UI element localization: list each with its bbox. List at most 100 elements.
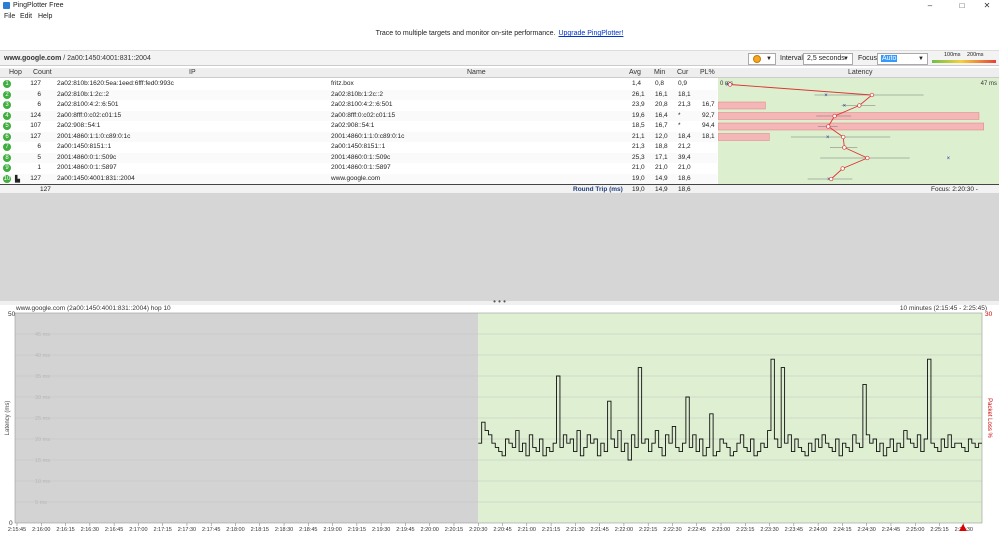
col-min[interactable]: Min xyxy=(654,69,665,76)
x-tick-label: 2:21:15 xyxy=(542,527,560,533)
maximize-button[interactable]: □ xyxy=(950,0,974,12)
packet-loss-bar xyxy=(718,101,766,110)
menu-help[interactable]: Help xyxy=(38,13,52,20)
hop-row[interactable]: 5 107 2a02:908::54:1 2a02:908::54:1 18,5 16,7… xyxy=(0,121,717,132)
x-tick-label: 2:22:00 xyxy=(615,527,633,533)
graph-range-selector[interactable]: 10 minutes (2:15:45 - 2:25:45) xyxy=(900,305,987,312)
hop-name: www.google.com xyxy=(331,174,381,182)
col-latency[interactable]: Latency xyxy=(848,69,873,76)
hop-ip: 2a00:1450:8151::1 xyxy=(57,143,112,150)
hop-min: 16,1 xyxy=(655,90,668,98)
hop-row[interactable]: 9 1 2001:4860:0:1::5897 2001:4860:0:1::5897… xyxy=(0,163,717,174)
hop-status-icon: 2 xyxy=(3,90,11,99)
hop-packet-loss: 18,1 xyxy=(702,132,715,140)
hop-cur: 21,3 xyxy=(678,101,691,108)
y-max-label: 50 xyxy=(8,311,16,318)
avg-latency-point xyxy=(840,166,845,171)
hop-cur: 21,2 xyxy=(678,143,691,150)
hop-avg: 21,0 xyxy=(632,164,645,171)
avg-latency-point xyxy=(826,124,831,129)
interval-select[interactable]: 2,5 seconds ▼ xyxy=(803,53,853,65)
hop-name: fritz.box xyxy=(331,80,354,87)
hop-status-icon: 4 xyxy=(3,111,11,120)
col-hop[interactable]: Hop xyxy=(9,69,22,76)
x-tick-label: 2:17:15 xyxy=(153,527,171,533)
hop-min: 16,4 xyxy=(655,111,668,119)
upgrade-link[interactable]: Upgrade PingPlotter! xyxy=(558,30,623,37)
hop-row[interactable]: 7 6 2a00:1450:8151::1 2a00:1450:8151::1 21,3… xyxy=(0,142,717,153)
x-tick-label: 2:21:00 xyxy=(518,527,536,533)
gridline-label: 40 ms xyxy=(35,353,50,359)
chevron-down-icon: ▼ xyxy=(766,56,772,62)
hop-ip: 2a02:8100:4:2::6:501 xyxy=(57,101,119,108)
focus-select[interactable]: Auto ▼ xyxy=(877,53,928,65)
graph-toggle-icon[interactable]: ▙ xyxy=(15,175,20,183)
hop-ip: 2a02:810b:1620:5ea:1eed:6fff:fed0:993c xyxy=(57,80,174,87)
hop-cur: 21,0 xyxy=(678,164,691,171)
hop-min: 14,9 xyxy=(655,174,668,182)
hop-name: 2a00:1450:8151::1 xyxy=(331,143,386,150)
hop-row[interactable]: 8 5 2001:4860:0:1::509c 2001:4860:0:1::509c… xyxy=(0,152,717,163)
title-bar: PingPlotter Free – □ ✕ xyxy=(0,0,999,12)
summary-avg: 19,0 xyxy=(632,186,645,193)
alert-button[interactable]: ▼ xyxy=(748,53,776,65)
x-tick-label: 2:17:00 xyxy=(129,527,147,533)
menu-edit[interactable]: Edit xyxy=(20,13,32,20)
x-tick-label: 2:21:30 xyxy=(566,527,584,533)
minimize-button[interactable]: – xyxy=(918,0,942,12)
hop-row[interactable]: 10 ▙ 127 2a00:1450:4001:831::2004 www.google… xyxy=(0,173,717,184)
x-tick-label: 2:24:15 xyxy=(833,527,851,533)
current-latency-marker: × xyxy=(826,135,830,141)
x-tick-label: 2:21:45 xyxy=(590,527,608,533)
hop-count: 127 xyxy=(30,174,42,182)
col-avg[interactable]: Avg xyxy=(629,69,641,76)
x-tick-label: 2:20:30 xyxy=(469,527,487,533)
col-cur[interactable]: Cur xyxy=(677,69,688,76)
summary-count: 127 xyxy=(40,186,51,193)
hop-cur: 18,6 xyxy=(678,174,691,182)
x-tick-label: 2:24:45 xyxy=(882,527,900,533)
x-tick-label: 2:19:15 xyxy=(348,527,366,533)
summary-label: Round Trip (ms) xyxy=(573,186,623,193)
hop-ip: 2a00:1450:4001:831::2004 xyxy=(57,174,135,182)
hop-row[interactable]: 2 6 2a02:810b:1:2c::2 2a02:810b:1:2c::2 26,1… xyxy=(0,89,717,100)
hop-status-icon: 9 xyxy=(3,164,11,172)
target-label: www.google.com / 2a00:1450:4001:831::200… xyxy=(4,55,151,62)
promo-banner: Trace to multiple targets and monitor on… xyxy=(0,30,999,37)
menu-file[interactable]: File xyxy=(4,13,15,20)
trace-grid-header: Hop Count IP Name Avg Min Cur PL% Latenc… xyxy=(0,68,999,78)
hop-ip: 2001:4860:0:1::509c xyxy=(57,153,117,161)
close-button[interactable]: ✕ xyxy=(975,0,999,12)
col-count[interactable]: Count xyxy=(33,69,52,76)
hop-row[interactable]: 4 124 2a00:8fff:0:c02:c01:15 2a00:8fff:0:c0… xyxy=(0,110,717,121)
col-pl[interactable]: PL% xyxy=(700,69,715,76)
hop-name: 2a02:8100:4:2::6:501 xyxy=(331,101,393,108)
focus-value: Auto xyxy=(881,55,898,62)
hop-name: 2a02:908::54:1 xyxy=(331,122,375,129)
gridline-label: 5 ms xyxy=(35,500,47,506)
x-tick-label: 2:20:45 xyxy=(493,527,511,533)
packet-loss-bar xyxy=(718,122,985,131)
col-ip[interactable]: IP xyxy=(189,69,196,76)
x-tick-label: 2:23:45 xyxy=(785,527,803,533)
hop-row[interactable]: 6 127 2001:4860:1:1:0:c89:0:1c 2001:4860:1:… xyxy=(0,131,717,142)
hop-count: 6 xyxy=(37,101,42,108)
graph-title: www.google.com (2a00:1450:4001:831::2004… xyxy=(16,305,171,312)
hop-count: 127 xyxy=(30,80,42,87)
hop-avg: 23,9 xyxy=(632,101,645,108)
y2-axis-label: Packet Loss % xyxy=(986,398,992,438)
x-tick-label: 2:18:00 xyxy=(226,527,244,533)
hop-status-icon: 1 xyxy=(3,80,11,88)
x-tick-label: 2:24:00 xyxy=(809,527,827,533)
x-tick-label: 2:16:45 xyxy=(105,527,123,533)
hop-cur: 18,1 xyxy=(678,90,691,98)
col-name[interactable]: Name xyxy=(467,69,486,76)
hop-packet-loss: 92,7 xyxy=(702,111,715,119)
hop-row[interactable]: 3 6 2a02:8100:4:2::6:501 2a02:8100:4:2::6:5… xyxy=(0,100,717,111)
hop-status-icon: 10 xyxy=(3,174,11,183)
focus-label: Focus xyxy=(858,55,878,62)
x-tick-label: 2:23:00 xyxy=(712,527,730,533)
x-tick-label: 2:16:30 xyxy=(81,527,99,533)
hop-row[interactable]: 1 127 2a02:810b:1620:5ea:1eed:6fff:fed0:99… xyxy=(0,79,717,90)
target-host: www.google.com xyxy=(4,55,62,62)
